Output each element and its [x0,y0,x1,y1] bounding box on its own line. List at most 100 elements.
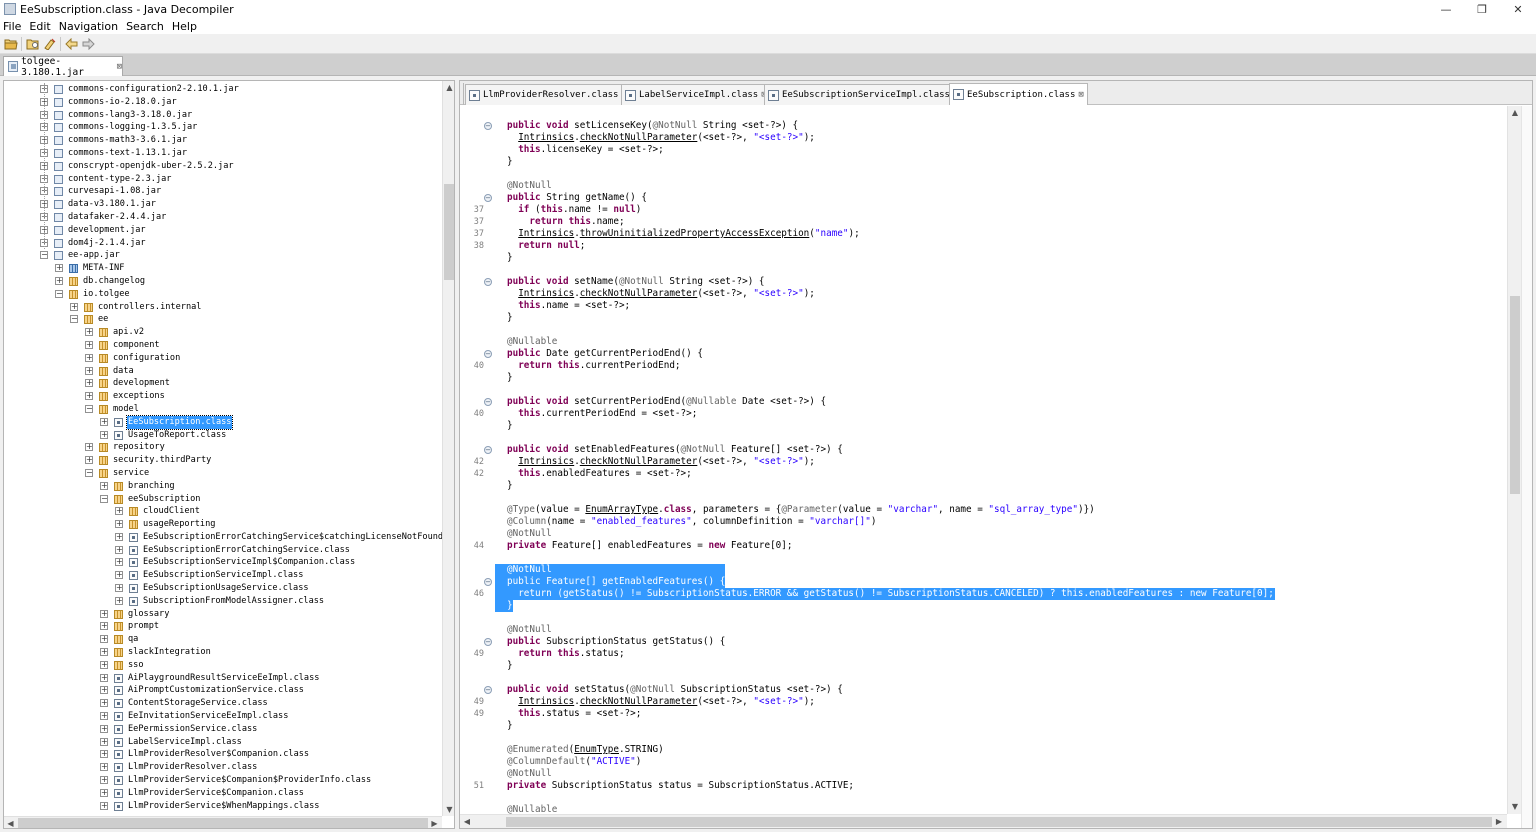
tree-node[interactable]: + curvesapi-1.08.jar [4,185,442,198]
close-window-button[interactable]: ✕ [1500,0,1536,18]
code-line[interactable]: Intrinsics.checkNotNullParameter(<set-?>… [460,132,1507,144]
code-line[interactable]: @Nullable [460,804,1507,814]
tree-node[interactable]: + LabelServiceImpl.class [4,736,442,749]
collapse-icon[interactable]: − [70,315,78,324]
code-line[interactable] [460,552,1507,564]
expand-icon[interactable]: + [100,430,108,439]
scroll-down-icon[interactable]: ▼ [443,803,454,816]
code-line[interactable]: @NotNull [460,564,1507,576]
expand-icon[interactable]: + [55,276,63,285]
code-line[interactable]: @Nullable [460,336,1507,348]
tree-node[interactable]: + commons-configuration2-2.10.1.jar [4,83,442,96]
code-line[interactable]: } [460,600,1507,612]
code-line[interactable]: @NotNull [460,528,1507,540]
code-line[interactable] [460,492,1507,504]
code-line[interactable]: @Enumerated(EnumType.STRING) [460,744,1507,756]
tree-node[interactable]: + api.v2 [4,326,442,339]
expand-icon[interactable]: + [115,571,123,580]
tree-node[interactable]: + LlmProviderService$Companion$ProviderIn… [4,774,442,787]
code-line[interactable]: 49 Intrinsics.checkNotNullParameter(<set… [460,696,1507,708]
tree-node[interactable]: + META-INF [4,262,442,275]
code-line[interactable]: 42 this.enabledFeatures = <set-?>; [460,468,1507,480]
code-line[interactable]: } [460,420,1507,432]
fold-toggle-icon[interactable]: − [484,638,492,646]
expand-icon[interactable]: + [115,520,123,529]
code-line[interactable]: 40 return this.currentPeriodEnd; [460,360,1507,372]
scroll-right-icon[interactable]: ▶ [428,817,441,828]
code-line[interactable]: 49 this.status = <set-?>; [460,708,1507,720]
tree-node[interactable]: + repository [4,441,442,454]
close-tab-icon[interactable]: ⊠ [117,62,122,72]
expand-icon[interactable]: + [100,686,108,695]
fold-toggle-icon[interactable]: − [484,578,492,586]
expand-icon[interactable]: + [100,801,108,810]
code-line[interactable]: − public Feature[] getEnabledFeatures() { [460,576,1507,588]
code-line[interactable]: @ColumnDefault("ACTIVE") [460,756,1507,768]
scroll-right-icon[interactable]: ▶ [1492,815,1506,828]
tree-node[interactable]: + commons-math3-3.6.1.jar [4,134,442,147]
tree-node[interactable]: + EeSubscriptionErrorCatchingService.clas… [4,544,442,557]
tree-node[interactable]: + cloudClient [4,505,442,518]
tab-eesubscriptionserviceimpl[interactable]: EeSubscriptionServiceImpl.class ⊠ [764,84,963,105]
collapse-icon[interactable]: − [85,404,93,413]
menu-edit[interactable]: Edit [29,20,50,33]
tree-node[interactable]: + LlmProviderResolver.class [4,761,442,774]
menu-file[interactable]: File [3,20,21,33]
code-line[interactable]: − public String getName() { [460,192,1507,204]
tree-node[interactable]: + exceptions [4,390,442,403]
fold-toggle-icon[interactable]: − [484,194,492,202]
tree-node[interactable]: + LlmProviderResolver$Companion.class [4,748,442,761]
tree-node[interactable]: + EeSubscriptionUsageService.class [4,582,442,595]
collapse-icon[interactable]: − [100,494,108,503]
code-line[interactable] [460,792,1507,804]
tree-node[interactable]: + SubscriptionFromModelAssigner.class [4,595,442,608]
expand-icon[interactable]: + [85,456,93,465]
tree-node[interactable]: + usageReporting [4,518,442,531]
scroll-left-icon[interactable]: ◀ [460,815,474,828]
expand-icon[interactable]: + [100,750,108,759]
tree-node[interactable]: + AiPlaygroundResultServiceEeImpl.class [4,672,442,685]
code-line[interactable]: } [460,720,1507,732]
expand-icon[interactable]: + [100,635,108,644]
code-line[interactable]: @Column(name = "enabled_features", colum… [460,516,1507,528]
expand-icon[interactable]: + [100,763,108,772]
code-line[interactable]: 51 private SubscriptionStatus status = Su… [460,780,1507,792]
minimize-button[interactable]: — [1428,0,1464,18]
code-line[interactable]: 37 if (this.name != null) [460,204,1507,216]
file-tab-tolgee-jar[interactable]: tolgee-3.180.1.jar ⊠ [3,56,123,78]
expand-icon[interactable]: + [100,648,108,657]
code-line[interactable]: − public void setEnabledFeatures(@NotNull… [460,444,1507,456]
code-line[interactable]: this.licenseKey = <set-?>; [460,144,1507,156]
code-line[interactable]: 37 return this.name; [460,216,1507,228]
expand-icon[interactable]: + [100,788,108,797]
code-line[interactable]: @NotNull [460,180,1507,192]
tree-hscroll-thumb[interactable] [18,818,428,828]
code-line[interactable] [460,672,1507,684]
editor-horizontal-scrollbar[interactable]: ◀ ▶ [460,814,1507,828]
maximize-button[interactable]: ❐ [1464,0,1500,18]
menu-navigation[interactable]: Navigation [59,20,118,33]
tree-horizontal-scrollbar[interactable]: ◀ ▶ [4,816,442,828]
tree-node[interactable]: + EeInvitationServiceEeImpl.class [4,710,442,723]
expand-icon[interactable]: + [100,609,108,618]
editor-hscroll-thumb[interactable] [506,817,1492,827]
tree-node[interactable]: + EeSubscriptionErrorCatchingService$catc… [4,531,442,544]
expand-icon[interactable]: + [85,328,93,337]
tree-node[interactable]: + UsageToReport.class [4,429,442,442]
forward-arrow-icon[interactable] [80,35,97,52]
expand-icon[interactable]: + [100,712,108,721]
tree-node[interactable]: − io.tolgee [4,288,442,301]
tree-node[interactable]: + conscrypt-openjdk-uber-2.5.2.jar [4,160,442,173]
search-icon[interactable] [41,35,58,52]
expand-icon[interactable]: + [85,353,93,362]
code-line[interactable]: 38 return null; [460,240,1507,252]
fold-toggle-icon[interactable]: − [484,278,492,286]
code-line[interactable]: @NotNull [460,768,1507,780]
back-arrow-icon[interactable] [63,35,80,52]
close-tab-icon[interactable]: ⊠ [1078,90,1083,100]
collapse-icon[interactable]: − [40,251,48,260]
editor-scroll-thumb[interactable] [1510,296,1520,494]
tree-node[interactable]: + controllers.internal [4,301,442,314]
tree-node[interactable]: − eeSubscription [4,493,442,506]
tree-node[interactable]: + EeSubscription.class [4,414,442,430]
